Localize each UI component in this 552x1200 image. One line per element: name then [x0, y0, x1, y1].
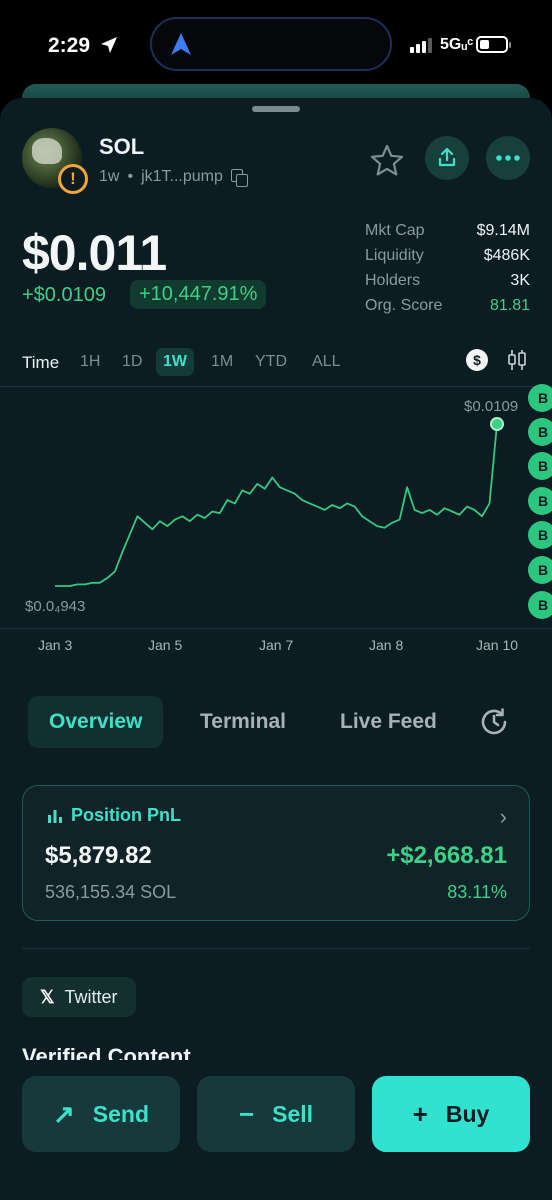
- more-dots-icon: [496, 155, 520, 161]
- buy-marker[interactable]: B: [528, 418, 552, 446]
- price-series-line: [55, 423, 498, 587]
- share-button[interactable]: [425, 136, 469, 180]
- stat-row-holders: Holders 3K: [365, 272, 530, 297]
- stat-value: $9.14M: [476, 222, 530, 239]
- copy-icon[interactable]: [230, 169, 248, 187]
- send-label: Send: [92, 1100, 150, 1127]
- pnl-title: Position PnL: [47, 805, 181, 826]
- buy-marker[interactable]: B: [528, 521, 552, 549]
- token-address[interactable]: jk1T...pump: [141, 168, 223, 186]
- chart-low-label: $0.0₄943: [25, 598, 86, 615]
- stat-label: Liquidity: [365, 247, 424, 264]
- token-sheet: ! SOL 1w • jk1T...pump $0.011 +$0.0109 +…: [0, 98, 552, 1200]
- tab-overview[interactable]: Overview: [28, 696, 164, 748]
- minus-icon: −: [238, 1098, 255, 1129]
- share-icon: [438, 147, 456, 167]
- status-bar: 2:29 5Gᵤᶜ: [0, 0, 552, 92]
- x-tick: Jan 7: [259, 637, 294, 653]
- sell-label: Sell: [272, 1100, 314, 1127]
- pnl-gain-usd: +$2,668.81: [386, 842, 507, 869]
- signal-icon: [410, 38, 432, 53]
- tab-terminal[interactable]: Terminal: [200, 696, 286, 748]
- warning-icon[interactable]: !: [58, 164, 88, 194]
- stat-value: $486K: [483, 247, 530, 264]
- stat-row-liquidity: Liquidity $486K: [365, 247, 530, 272]
- chart-axis-line: [0, 628, 552, 629]
- token-meta: 1w • jk1T...pump: [99, 168, 248, 187]
- range-1h[interactable]: 1H: [80, 353, 100, 371]
- range-all[interactable]: ALL: [312, 353, 340, 371]
- pnl-gain-pct: 83.11%: [447, 882, 507, 902]
- stat-label: Holders: [365, 272, 421, 289]
- chevron-right-icon[interactable]: ›: [500, 804, 507, 830]
- range-ytd[interactable]: YTD: [255, 353, 287, 371]
- location-arrow-icon: [101, 37, 117, 53]
- candlestick-icon[interactable]: [507, 349, 527, 371]
- current-price: $0.011: [22, 225, 167, 281]
- token-stats: Mkt Cap $9.14M Liquidity $486K Holders 3…: [365, 222, 530, 322]
- buy-marker[interactable]: B: [528, 556, 552, 584]
- x-tick: Jan 5: [148, 637, 183, 653]
- time-range-label: Time: [22, 353, 60, 372]
- dynamic-island[interactable]: [150, 17, 392, 71]
- send-arrow-icon: ↗: [52, 1098, 75, 1129]
- buy-button[interactable]: + Buy: [372, 1076, 530, 1152]
- x-logo-icon: 𝕏: [40, 986, 55, 1007]
- price-chart[interactable]: $0.0109 $0.0₄943 Jan 3 Jan 5 Jan 7 Jan 8…: [0, 384, 552, 658]
- range-1m[interactable]: 1M: [211, 353, 233, 371]
- action-bar: ↗ Send − Sell + Buy: [0, 1060, 552, 1200]
- pnl-title-text: Position PnL: [71, 805, 181, 825]
- range-1d[interactable]: 1D: [122, 353, 142, 371]
- chart-high-label: $0.0109: [464, 398, 519, 415]
- bar-chart-icon: [48, 809, 62, 823]
- x-tick: Jan 10: [476, 637, 519, 653]
- twitter-label: Twitter: [64, 986, 118, 1007]
- network-label: 5Gᵤᶜ: [440, 36, 474, 53]
- send-button[interactable]: ↗ Send: [22, 1076, 180, 1152]
- sell-button[interactable]: − Sell: [197, 1076, 355, 1152]
- buy-marker[interactable]: B: [528, 384, 552, 412]
- stat-value: 81.81: [489, 297, 530, 314]
- detail-tabs: Overview Terminal Live Feed: [22, 696, 530, 748]
- favorite-star-icon[interactable]: [368, 142, 406, 180]
- time-range-selector: Time 1H 1D 1W 1M YTD ALL $: [22, 348, 530, 378]
- tab-live-feed[interactable]: Live Feed: [340, 696, 437, 748]
- range-1w[interactable]: 1W: [156, 348, 194, 376]
- price-change-usd: +$0.0109: [22, 284, 106, 306]
- status-time: 2:29: [48, 34, 91, 57]
- stat-value: 3K: [510, 272, 530, 289]
- buy-marker[interactable]: B: [528, 591, 552, 619]
- stat-row-org-score: Org. Score 81.81: [365, 297, 530, 322]
- twitter-link[interactable]: 𝕏 Twitter: [22, 977, 136, 1017]
- price-line-chart: [55, 417, 504, 587]
- meta-separator: •: [127, 168, 134, 185]
- price-change-pct: +10,447.91%: [130, 280, 267, 309]
- buy-label: Buy: [445, 1100, 490, 1127]
- sheet-grabber[interactable]: [252, 106, 300, 112]
- x-tick: Jan 8: [369, 637, 404, 653]
- buy-marker[interactable]: B: [528, 452, 552, 480]
- x-tick: Jan 3: [38, 637, 73, 653]
- token-name: SOL: [99, 134, 145, 159]
- section-divider: [22, 948, 530, 949]
- battery-icon: [476, 36, 511, 53]
- latest-price-point: [490, 417, 504, 431]
- buy-marker[interactable]: B: [528, 487, 552, 515]
- plus-icon: +: [412, 1098, 428, 1129]
- pnl-token-amount: 536,155.34 SOL: [45, 882, 177, 902]
- more-button[interactable]: [486, 136, 530, 180]
- pnl-position-value: $5,879.82: [45, 842, 152, 869]
- currency-toggle-icon[interactable]: $: [466, 349, 488, 371]
- position-pnl-card[interactable]: Position PnL › $5,879.82 +$2,668.81 536,…: [22, 785, 530, 921]
- navigation-arrow-icon: [171, 33, 191, 55]
- token-age: 1w: [99, 168, 120, 185]
- history-icon[interactable]: [478, 706, 510, 738]
- stat-label: Mkt Cap: [365, 222, 425, 239]
- stat-row-mkt-cap: Mkt Cap $9.14M: [365, 222, 530, 247]
- stat-label: Org. Score: [365, 297, 443, 314]
